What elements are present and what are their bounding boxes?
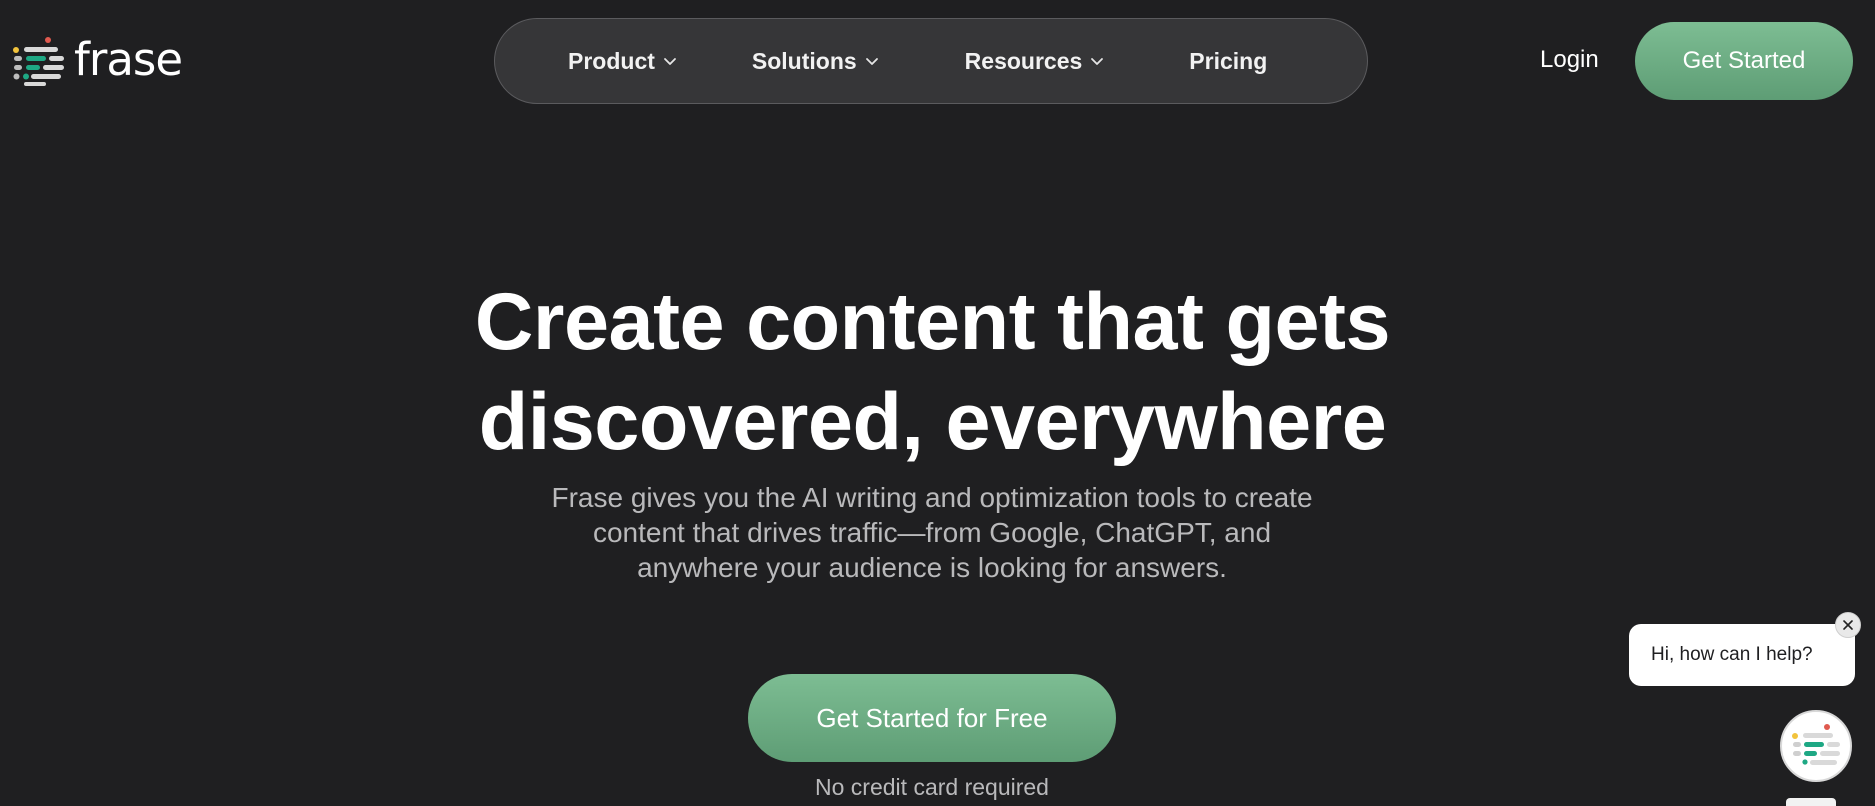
nav-item-resources[interactable]: Resources bbox=[965, 48, 1105, 75]
nav-item-solutions[interactable]: Solutions bbox=[752, 48, 879, 75]
nav-item-pricing[interactable]: Pricing bbox=[1189, 48, 1267, 75]
chat-greeting-bubble[interactable]: Hi, how can I help? bbox=[1629, 624, 1855, 686]
frase-logo[interactable]: frase bbox=[12, 32, 183, 86]
main-nav: Product Solutions Resources Pricing bbox=[494, 18, 1368, 104]
chat-greeting-text: Hi, how can I help? bbox=[1651, 644, 1813, 665]
no-credit-card-note: No credit card required bbox=[815, 774, 1049, 800]
chevron-down-icon bbox=[663, 58, 676, 65]
frase-logo-icon bbox=[1792, 724, 1840, 765]
chevron-down-icon bbox=[1091, 58, 1104, 65]
hero-subtitle-line: anywhere your audience is looking for an… bbox=[637, 552, 1227, 583]
hero-title: Create content that gets discovered, eve… bbox=[0, 272, 1865, 472]
hero-subtitle: Frase gives you the AI writing and optim… bbox=[507, 480, 1357, 585]
hero-subtitle-line: content that drives traffic—from Google,… bbox=[592, 517, 1272, 548]
nav-item-label: Solutions bbox=[751, 47, 857, 74]
nav-item-label: Pricing bbox=[1189, 47, 1268, 74]
login-link[interactable]: Login bbox=[1540, 46, 1599, 74]
frase-logo-icon bbox=[13, 37, 64, 86]
landing-page: frase Product Solutions Resources Pricin… bbox=[0, 0, 1875, 806]
get-started-free-button[interactable]: Get Started for Free bbox=[748, 674, 1116, 762]
hero-title-line: Create content that gets bbox=[474, 277, 1391, 367]
nav-item-label: Product bbox=[568, 47, 655, 74]
frase-logo-text: frase bbox=[74, 32, 183, 86]
chat-tab bbox=[1786, 798, 1836, 806]
chat-close-button[interactable] bbox=[1835, 612, 1861, 638]
hero-title-line: discovered, everywhere bbox=[478, 377, 1387, 467]
chat-launcher-button[interactable] bbox=[1780, 710, 1852, 782]
nav-item-product[interactable]: Product bbox=[568, 48, 677, 75]
hero-subtitle-line: Frase gives you the AI writing and optim… bbox=[551, 482, 1313, 513]
close-icon bbox=[1843, 620, 1853, 630]
chevron-down-icon bbox=[865, 58, 878, 65]
nav-item-label: Resources bbox=[964, 47, 1083, 74]
get-started-button[interactable]: Get Started bbox=[1635, 22, 1853, 100]
